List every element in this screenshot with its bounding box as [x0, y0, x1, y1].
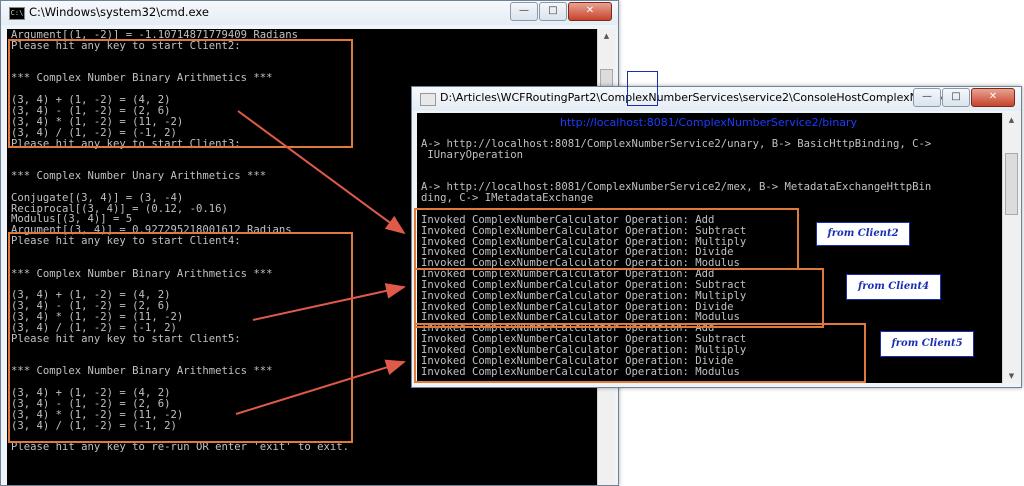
arrow-client4 — [252, 283, 406, 321]
arrow-client2 — [237, 110, 406, 235]
annotation-arrows — [235, 110, 406, 415]
arrow-client5 — [235, 359, 406, 415]
